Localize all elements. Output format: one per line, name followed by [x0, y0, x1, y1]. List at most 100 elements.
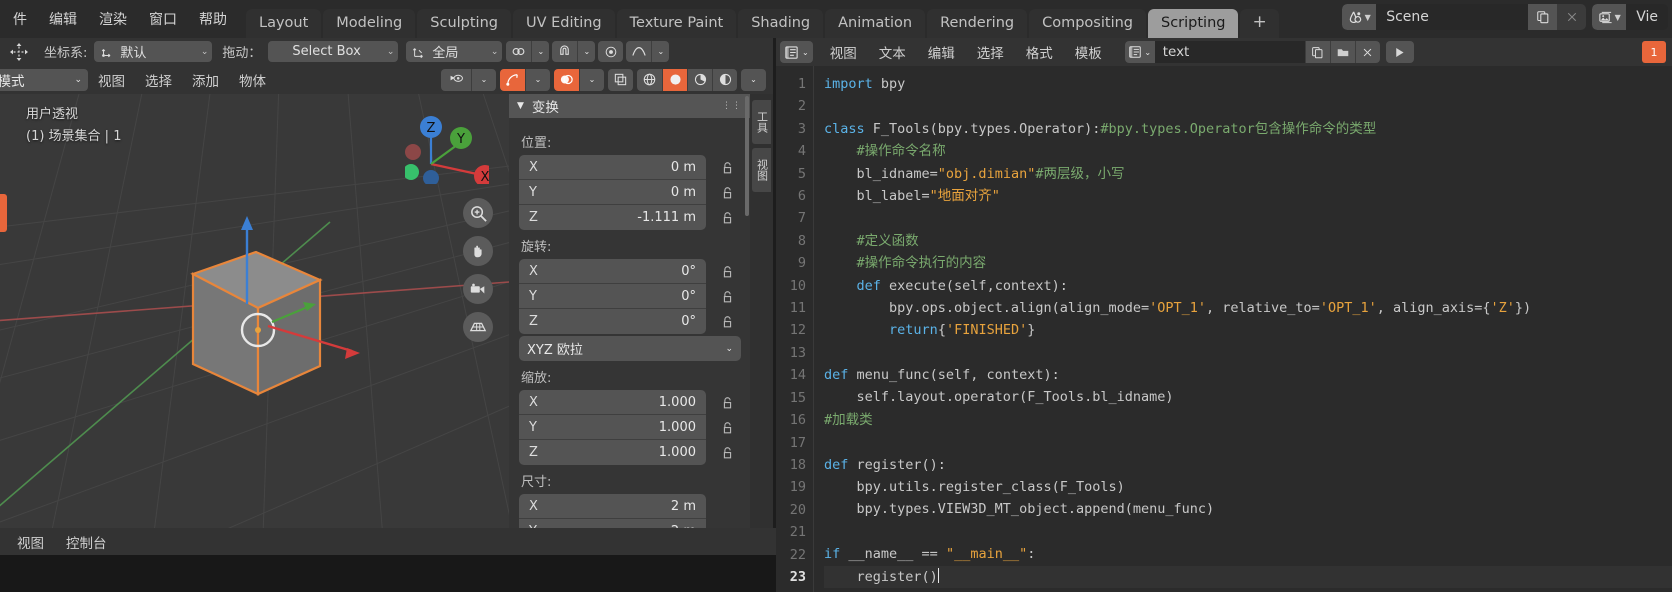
dimension-y-field[interactable]: Y 2 m	[519, 519, 706, 528]
lock-rotation-z-icon[interactable]	[721, 309, 734, 334]
view-layer-name-field[interactable]: Vie	[1626, 9, 1668, 25]
text-menu-format[interactable]: 格式	[1015, 39, 1064, 65]
shading-wireframe-button[interactable]	[637, 68, 662, 91]
zoom-button[interactable]	[463, 198, 493, 228]
visibility-dropdown[interactable]: ⌄	[471, 68, 496, 91]
text-menu-select[interactable]: 选择	[966, 39, 1015, 65]
code-line[interactable]: def execute(self,context):	[824, 275, 1672, 297]
shading-dropdown[interactable]: ⌄	[741, 68, 766, 91]
text-editor-badge[interactable]: 1	[1642, 41, 1666, 63]
text-datablock-name[interactable]: text	[1155, 44, 1305, 60]
location-x-field[interactable]: X 0 m	[519, 155, 706, 180]
code-line[interactable]: bl_label="地面对齐"	[824, 185, 1672, 207]
lock-rotation-x-icon[interactable]	[721, 259, 734, 284]
code-line[interactable]	[824, 342, 1672, 364]
menu-item-render[interactable]: 渲染	[88, 5, 138, 33]
gizmo-dropdown[interactable]: ⌄	[525, 68, 550, 91]
lock-scale-x-icon[interactable]	[721, 390, 734, 415]
text-menu-view[interactable]: 视图	[819, 39, 868, 65]
open-text-button[interactable]	[1329, 41, 1355, 63]
code-line[interactable]: class F_Tools(bpy.types.Operator):#bpy.t…	[824, 118, 1672, 140]
transform-panel-header[interactable]: ▼ 变换 ⋮⋮	[509, 94, 750, 118]
drag-dots-icon[interactable]: ⋮⋮	[722, 101, 742, 111]
snap-options-dropdown[interactable]: ⌄	[577, 41, 596, 62]
code-line[interactable]: bpy.ops.object.align(align_mode='OPT_1',…	[824, 297, 1672, 319]
code-line[interactable]: def menu_func(self, context):	[824, 364, 1672, 386]
code-line[interactable]: register()	[824, 565, 1672, 588]
dimension-x-field[interactable]: X 2 m	[519, 494, 706, 519]
lock-scale-z-icon[interactable]	[721, 440, 734, 465]
menu-item-edit[interactable]: 编辑	[38, 5, 88, 33]
code-content[interactable]: import bpy class F_Tools(bpy.types.Opera…	[814, 66, 1672, 592]
console-menu-console[interactable]: 控制台	[55, 529, 118, 555]
editor-type-dropdown[interactable]: ⌄	[780, 41, 813, 63]
code-line[interactable]: if __name__ == "__main__":	[824, 543, 1672, 565]
code-line[interactable]	[824, 521, 1672, 543]
lock-location-x-icon[interactable]	[721, 155, 734, 180]
scene-name-field[interactable]: Scene	[1376, 9, 1528, 25]
scale-y-field[interactable]: Y 1.000	[519, 415, 706, 440]
sidebar-tab-view[interactable]: 视图	[752, 148, 771, 192]
pan-hand-button[interactable]	[463, 236, 493, 266]
overlay-dropdown[interactable]: ⌄	[579, 68, 604, 91]
viewport-menu-view[interactable]: 视图	[88, 67, 135, 93]
show-gizmo-button[interactable]	[500, 68, 525, 91]
code-line[interactable]: bl_idname="obj.dimian"#两层级，小写	[824, 163, 1672, 185]
tab-scripting[interactable]: Scripting	[1148, 9, 1239, 38]
new-text-button[interactable]	[1304, 41, 1330, 63]
snap-space-dropdown[interactable]: 全局 ⌄	[406, 41, 503, 62]
scale-x-field[interactable]: X 1.000	[519, 390, 706, 415]
scene-datablock[interactable]: ▼ Scene	[1342, 4, 1587, 30]
tab-uv-editing[interactable]: UV Editing	[512, 9, 615, 38]
text-menu-edit[interactable]: 编辑	[917, 39, 966, 65]
rotation-x-field[interactable]: X 0°	[519, 259, 706, 284]
code-line[interactable]: def register():	[824, 454, 1672, 476]
navigation-gizmo[interactable]: Z Y X	[405, 100, 489, 184]
object-visibility-button[interactable]	[441, 68, 471, 91]
menu-item-window[interactable]: 窗口	[138, 5, 188, 33]
code-line[interactable]: bpy.utils.register_class(F_Tools)	[824, 476, 1672, 498]
rotation-z-field[interactable]: Z 0°	[519, 309, 706, 334]
drag-action-dropdown[interactable]: Select Box ⌄	[268, 41, 399, 62]
menu-item-help[interactable]: 帮助	[188, 5, 238, 33]
snap-target-button[interactable]	[598, 41, 624, 62]
text-menu-text[interactable]: 文本	[868, 39, 917, 65]
sidebar-tab-tool[interactable]: 工具	[752, 100, 771, 144]
code-line[interactable]: import bpy	[824, 73, 1672, 95]
tab-layout[interactable]: Layout	[246, 9, 322, 38]
sidebar-scrollbar[interactable]	[745, 96, 749, 216]
run-script-button[interactable]	[1385, 41, 1414, 63]
shading-rendered-button[interactable]	[712, 68, 737, 91]
shading-material-button[interactable]	[687, 68, 712, 91]
code-line[interactable]: return{'FINISHED'}	[824, 319, 1672, 341]
view-layer-icon[interactable]: ▼	[1592, 4, 1627, 30]
proportional-curve-button[interactable]	[626, 41, 652, 62]
toggle-xray-button[interactable]	[608, 68, 633, 91]
proportional-curve-dropdown[interactable]: ⌄	[651, 41, 670, 62]
menu-item-file[interactable]: 件	[2, 5, 38, 33]
text-menu-templates[interactable]: 模板	[1064, 39, 1113, 65]
new-scene-button[interactable]	[1528, 4, 1558, 30]
tab-compositing[interactable]: Compositing	[1029, 9, 1146, 38]
lock-rotation-y-icon[interactable]	[721, 284, 734, 309]
show-overlays-button[interactable]	[554, 68, 579, 91]
viewport-menu-add[interactable]: 添加	[182, 67, 229, 93]
viewport-menu-object[interactable]: 物体	[229, 67, 276, 93]
unlink-text-button[interactable]	[1354, 41, 1380, 63]
viewport-menu-select[interactable]: 选择	[135, 67, 182, 93]
view-layer-datablock[interactable]: ▼ Vie	[1592, 4, 1668, 30]
interaction-mode-dropdown[interactable]: 体模式 ⌄	[0, 68, 88, 91]
text-datablock-icon[interactable]: ⌄	[1124, 41, 1155, 63]
location-z-field[interactable]: Z -1.111 m	[519, 205, 706, 230]
code-line[interactable]: self.layout.operator(F_Tools.bl_idname)	[824, 386, 1672, 408]
transform-gizmo-icon[interactable]	[4, 42, 34, 62]
code-line[interactable]: bpy.types.VIEW3D_MT_object.append(menu_f…	[824, 498, 1672, 520]
code-line[interactable]	[824, 95, 1672, 117]
3d-viewport[interactable]: 用户透视 (1) 场景集合 | 1 Z Y X	[0, 94, 509, 528]
lock-location-y-icon[interactable]	[721, 180, 734, 205]
code-line[interactable]: #操作命令名称	[824, 140, 1672, 162]
console-menu-view[interactable]: 视图	[6, 529, 55, 555]
scene-icon[interactable]: ▼	[1342, 4, 1377, 30]
text-datablock[interactable]: ⌄ text	[1124, 41, 1380, 63]
location-y-field[interactable]: Y 0 m	[519, 180, 706, 205]
